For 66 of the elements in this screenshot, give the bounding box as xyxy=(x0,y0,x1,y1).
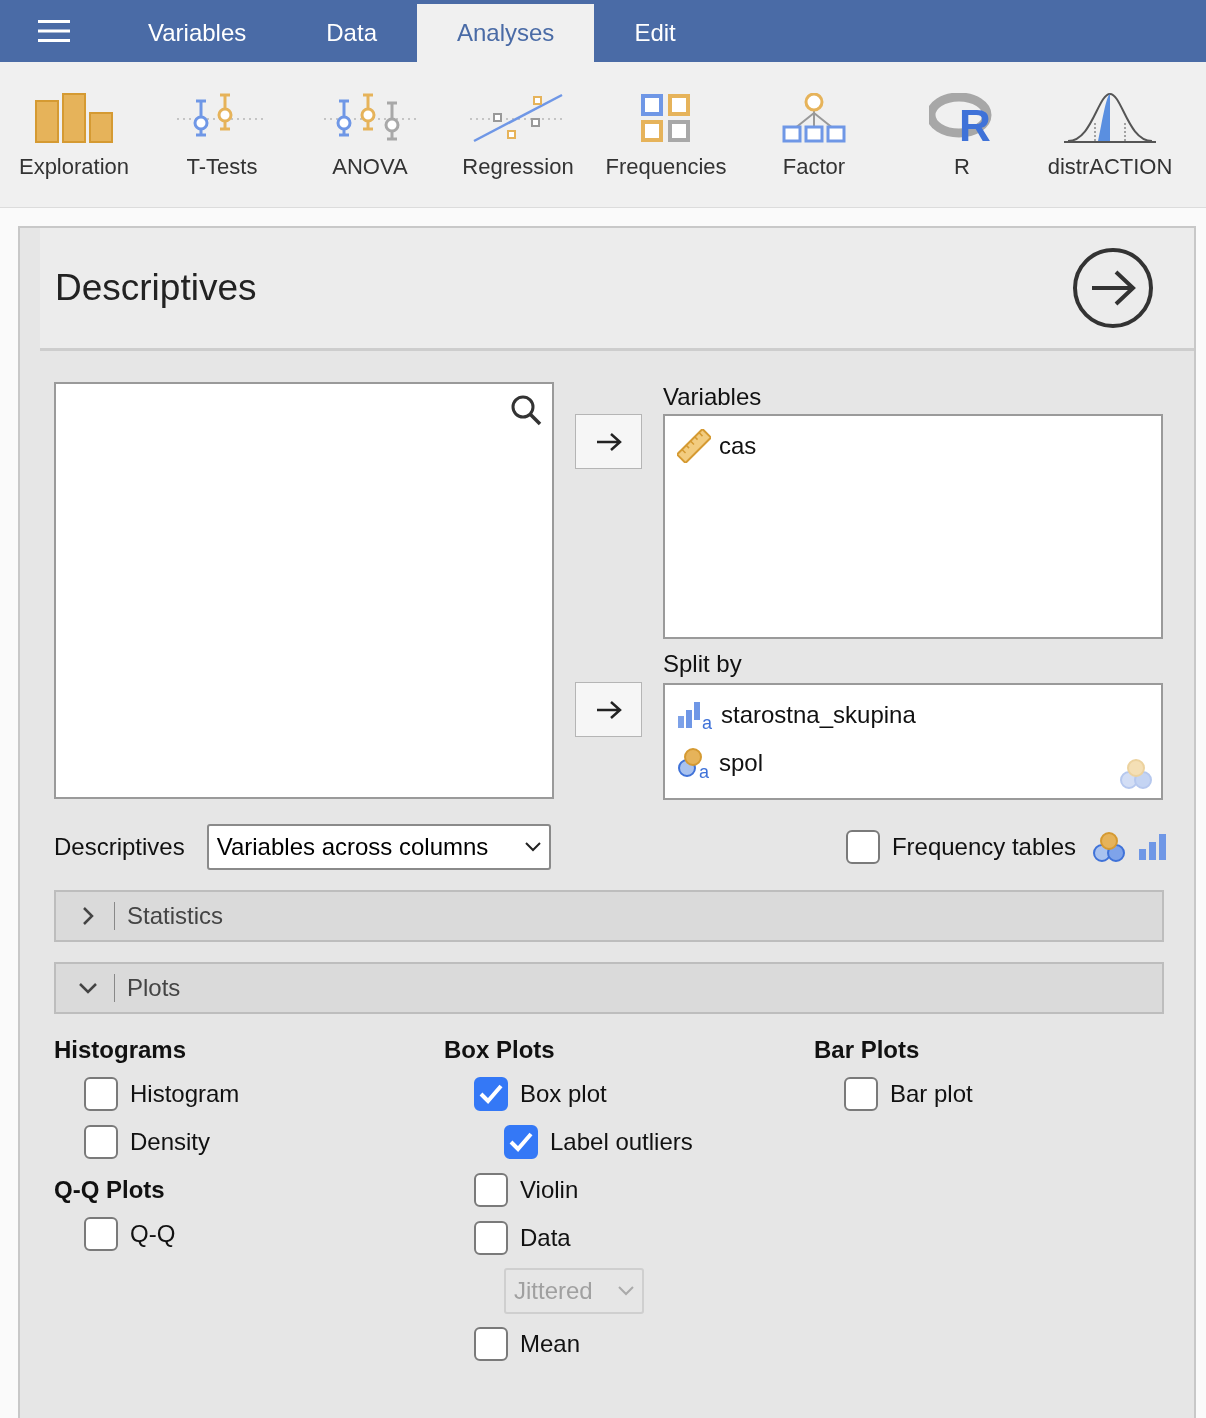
list-label: Split by xyxy=(663,649,743,679)
caret-icon xyxy=(618,1286,634,1296)
panel-title: Descriptives xyxy=(55,267,257,309)
bar-chart-icon xyxy=(1138,833,1168,861)
move-arrow-button[interactable] xyxy=(575,414,642,469)
grid-squares-icon xyxy=(641,94,691,142)
analysis-button[interactable]: Exploration xyxy=(0,62,148,207)
checkbox-label: Box plot xyxy=(520,1080,607,1108)
analysis-button[interactable]: R R xyxy=(888,62,1036,207)
analysis-button[interactable]: Factor xyxy=(740,62,888,207)
checkbox[interactable] xyxy=(844,1077,878,1111)
menu-tab[interactable]: Edit xyxy=(594,4,716,62)
checkbox-label: Q-Q xyxy=(130,1220,176,1248)
checkbox[interactable] xyxy=(84,1125,118,1159)
variable-list[interactable]: a starostna_skupina a spol xyxy=(663,683,1163,800)
checkbox[interactable] xyxy=(84,1217,118,1251)
checkbox-label: Density xyxy=(130,1128,211,1156)
variable-name[interactable]: starostna_skupina xyxy=(721,701,916,729)
checkbox-label: Mean xyxy=(520,1330,581,1358)
section-title: Plots xyxy=(127,974,181,1002)
variable-name[interactable]: spol xyxy=(719,749,764,777)
circles-icon xyxy=(1119,758,1153,790)
bell-curve-icon xyxy=(1062,92,1158,144)
tree-diagram-icon xyxy=(782,93,846,143)
section-header[interactable]: Statistics xyxy=(54,890,1164,942)
analysis-button[interactable]: Frequencies xyxy=(592,62,740,207)
variable-name[interactable]: cas xyxy=(719,432,757,460)
circles-icon xyxy=(1092,831,1126,863)
section-header[interactable]: Plots xyxy=(54,962,1164,1014)
option-label: Descriptives xyxy=(54,833,185,861)
group-heading: Histograms xyxy=(54,1036,188,1064)
checkbox[interactable] xyxy=(474,1221,508,1255)
move-arrow-button[interactable] xyxy=(575,682,642,737)
checkbox-label: Violin xyxy=(520,1176,579,1204)
checkbox[interactable] xyxy=(504,1125,538,1159)
checkbox-label: Histogram xyxy=(130,1080,240,1108)
analysis-button[interactable]: Regression xyxy=(444,62,592,207)
group-heading: Bar Plots xyxy=(814,1036,921,1064)
menu-tab[interactable]: Data xyxy=(286,4,417,62)
bar-chart-icon xyxy=(35,93,113,143)
dropdown[interactable]: Variables across columns xyxy=(206,824,551,870)
list-label: Variables xyxy=(663,382,763,412)
checkbox-label: Label outliers xyxy=(550,1128,693,1156)
search-icon[interactable] xyxy=(510,394,542,426)
arrow-right-icon xyxy=(595,431,622,452)
arrow-circle-button[interactable] xyxy=(1072,247,1154,329)
analysis-button[interactable]: T-Tests xyxy=(148,62,296,207)
error-bar-icon xyxy=(324,93,416,143)
analysis-button[interactable]: distrACTION xyxy=(1036,62,1184,207)
menu-tab[interactable]: Variables xyxy=(108,4,287,62)
checkbox[interactable] xyxy=(84,1077,118,1111)
checkbox-label: Bar plot xyxy=(890,1080,973,1108)
checkbox[interactable] xyxy=(474,1077,508,1111)
group-heading: Q-Q Plots xyxy=(54,1176,166,1204)
checkbox[interactable] xyxy=(474,1173,508,1207)
checkbox[interactable] xyxy=(845,830,880,864)
analysis-button[interactable]: ANOVA xyxy=(296,62,444,207)
caret-icon xyxy=(524,842,541,852)
group-heading: Box Plots xyxy=(444,1036,556,1064)
checkbox-label: Frequency tables xyxy=(891,833,1076,861)
checkbox-label: Data xyxy=(520,1224,571,1252)
variable-list[interactable]: cas xyxy=(663,414,1163,639)
section-title: Statistics xyxy=(127,902,224,930)
checkbox[interactable] xyxy=(474,1327,508,1361)
arrow-right-icon xyxy=(595,699,622,720)
menu-tab[interactable]: Analyses xyxy=(417,4,595,62)
